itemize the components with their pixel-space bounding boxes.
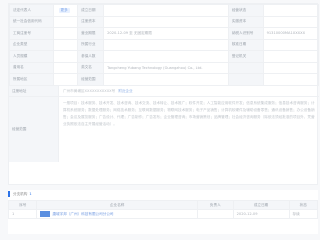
address-value: 广州市黄埔区XXXXXXXXXXX号 附近企业 xyxy=(59,86,319,96)
table-header: 企业名称 xyxy=(36,200,198,210)
info-value xyxy=(52,38,79,51)
section-title-text: 分支机构 xyxy=(13,191,28,196)
table-cell: 1 xyxy=(7,209,38,219)
info-row: 企业类型 所属行业 核准日期 xyxy=(9,38,320,51)
info-value: 更多 xyxy=(52,4,79,17)
info-value xyxy=(52,61,79,74)
info-row: 统一社会信用代码 注册资本 实缴资本 xyxy=(9,15,320,28)
table-cell: 2020-12-09 xyxy=(232,209,290,219)
table-cell[interactable]: 唐城宇邦（广州）科技有限公司分公司 xyxy=(36,209,198,219)
info-value xyxy=(52,50,79,63)
info-label: 所属地区 xyxy=(9,73,54,86)
info-row: 人员规模 参保人数 登记机关 xyxy=(9,50,320,63)
info-value xyxy=(103,15,229,28)
subsidiaries-table: 序号 企业名称 负责人 成立日期 状态 1 唐城宇邦（广州）科技有限公司分公司 2020-1… xyxy=(7,200,319,219)
table-row: 1 唐城宇邦（广州）科技有限公司分公司 2020-12-09 存续 xyxy=(7,209,319,219)
info-label: 实缴资本 xyxy=(227,15,264,28)
info-label xyxy=(227,61,264,74)
info-value xyxy=(103,38,229,51)
address-text: 广州市黄埔区XXXXXXXXXXX号 xyxy=(63,88,116,93)
info-label: 所属行业 xyxy=(77,38,105,51)
info-row: 所属地区 经营范围 xyxy=(9,73,320,86)
info-value xyxy=(103,73,229,86)
info-table: 法定代表人 更多 成立日期 经营状态统一社会信用代码 注册资本 实缴资本工商注册号 营业期限… xyxy=(9,4,320,86)
info-row: 法定代表人 更多 成立日期 经营状态 xyxy=(9,4,320,17)
info-label: 统一社会信用代码 xyxy=(9,15,54,28)
table-header: 成立日期 xyxy=(232,200,290,210)
info-value xyxy=(262,38,320,51)
section-accent-bar xyxy=(8,191,10,197)
info-value xyxy=(52,15,79,28)
info-label: 经营状态 xyxy=(227,4,264,17)
info-label: 经营范围 xyxy=(77,73,105,86)
info-value xyxy=(103,50,229,63)
info-value xyxy=(52,73,79,86)
business-scope-label: 经营范围 xyxy=(9,97,59,162)
info-label: 登记机关 xyxy=(227,50,264,63)
info-value xyxy=(262,73,320,86)
info-value xyxy=(262,50,320,63)
info-label: 注册资本 xyxy=(77,15,105,28)
subsidiaries-section: 分支机构 1 序号 企业名称 负责人 成立日期 状态 1 唐城宇邦（广州）科技有限公司分公… xyxy=(7,190,319,234)
more-tag[interactable]: 更多 xyxy=(58,7,70,13)
info-label: 纳税人识别号 xyxy=(227,27,264,40)
subsidiary-name-link[interactable]: 唐城宇邦（广州）科技有限公司分公司 xyxy=(52,212,113,216)
info-value xyxy=(103,4,229,17)
info-value xyxy=(262,61,320,74)
info-label: 人员规模 xyxy=(9,50,54,63)
business-scope-text: 一般项目：技术服务、技术开发、技术咨询、技术交流、技术转让、技术推广；软件开发；… xyxy=(63,101,315,126)
info-label: 法定代表人 xyxy=(9,4,54,17)
info-value: 2020-12-09 至 无固定期限 xyxy=(103,27,229,40)
info-label: 英文名 xyxy=(77,61,105,74)
info-value: 91310000MA1XXXXX xyxy=(262,27,320,40)
table-header: 序号 xyxy=(7,200,38,210)
info-label xyxy=(227,73,264,86)
info-value xyxy=(262,4,320,17)
company-info-card: 法定代表人 更多 成立日期 经营状态统一社会信用代码 注册资本 实缴资本工商注册号 营业期限… xyxy=(8,3,320,185)
table-header: 负责人 xyxy=(196,200,234,210)
table-header: 状态 xyxy=(288,200,319,210)
info-label: 营业期限 xyxy=(77,27,105,40)
info-row: 曾用名 英文名 Tangcheng Yubang Technology (Guang… xyxy=(9,61,320,74)
info-value xyxy=(262,15,320,28)
business-scope-row: 经营范围 一般项目：技术服务、技术开发、技术咨询、技术交流、技术转让、技术推广；… xyxy=(9,96,319,162)
info-value: Tangcheng Yubang Technology (Guangzhou) … xyxy=(103,61,229,74)
nearby-companies-link[interactable]: 附近企业 xyxy=(118,89,132,94)
address-row: 注册地址 广州市黄埔区XXXXXXXXXXX号 附近企业 xyxy=(9,85,319,96)
table-cell xyxy=(196,209,234,219)
info-value xyxy=(52,27,79,40)
address-label: 注册地址 xyxy=(9,86,59,96)
info-label: 核准日期 xyxy=(227,38,264,51)
section-title: 分支机构 1 xyxy=(8,190,32,198)
company-logo-icon xyxy=(40,211,51,217)
info-label: 曾用名 xyxy=(9,61,54,74)
info-label: 参保人数 xyxy=(77,50,105,63)
info-row: 工商注册号 营业期限 2020-12-09 至 无固定期限 纳税人识别号 9131000… xyxy=(9,27,320,40)
info-label: 企业类型 xyxy=(9,38,54,51)
section-count: 1 xyxy=(29,192,32,196)
table-cell: 存续 xyxy=(288,209,319,219)
info-label: 工商注册号 xyxy=(9,27,54,40)
info-label: 成立日期 xyxy=(77,4,105,17)
